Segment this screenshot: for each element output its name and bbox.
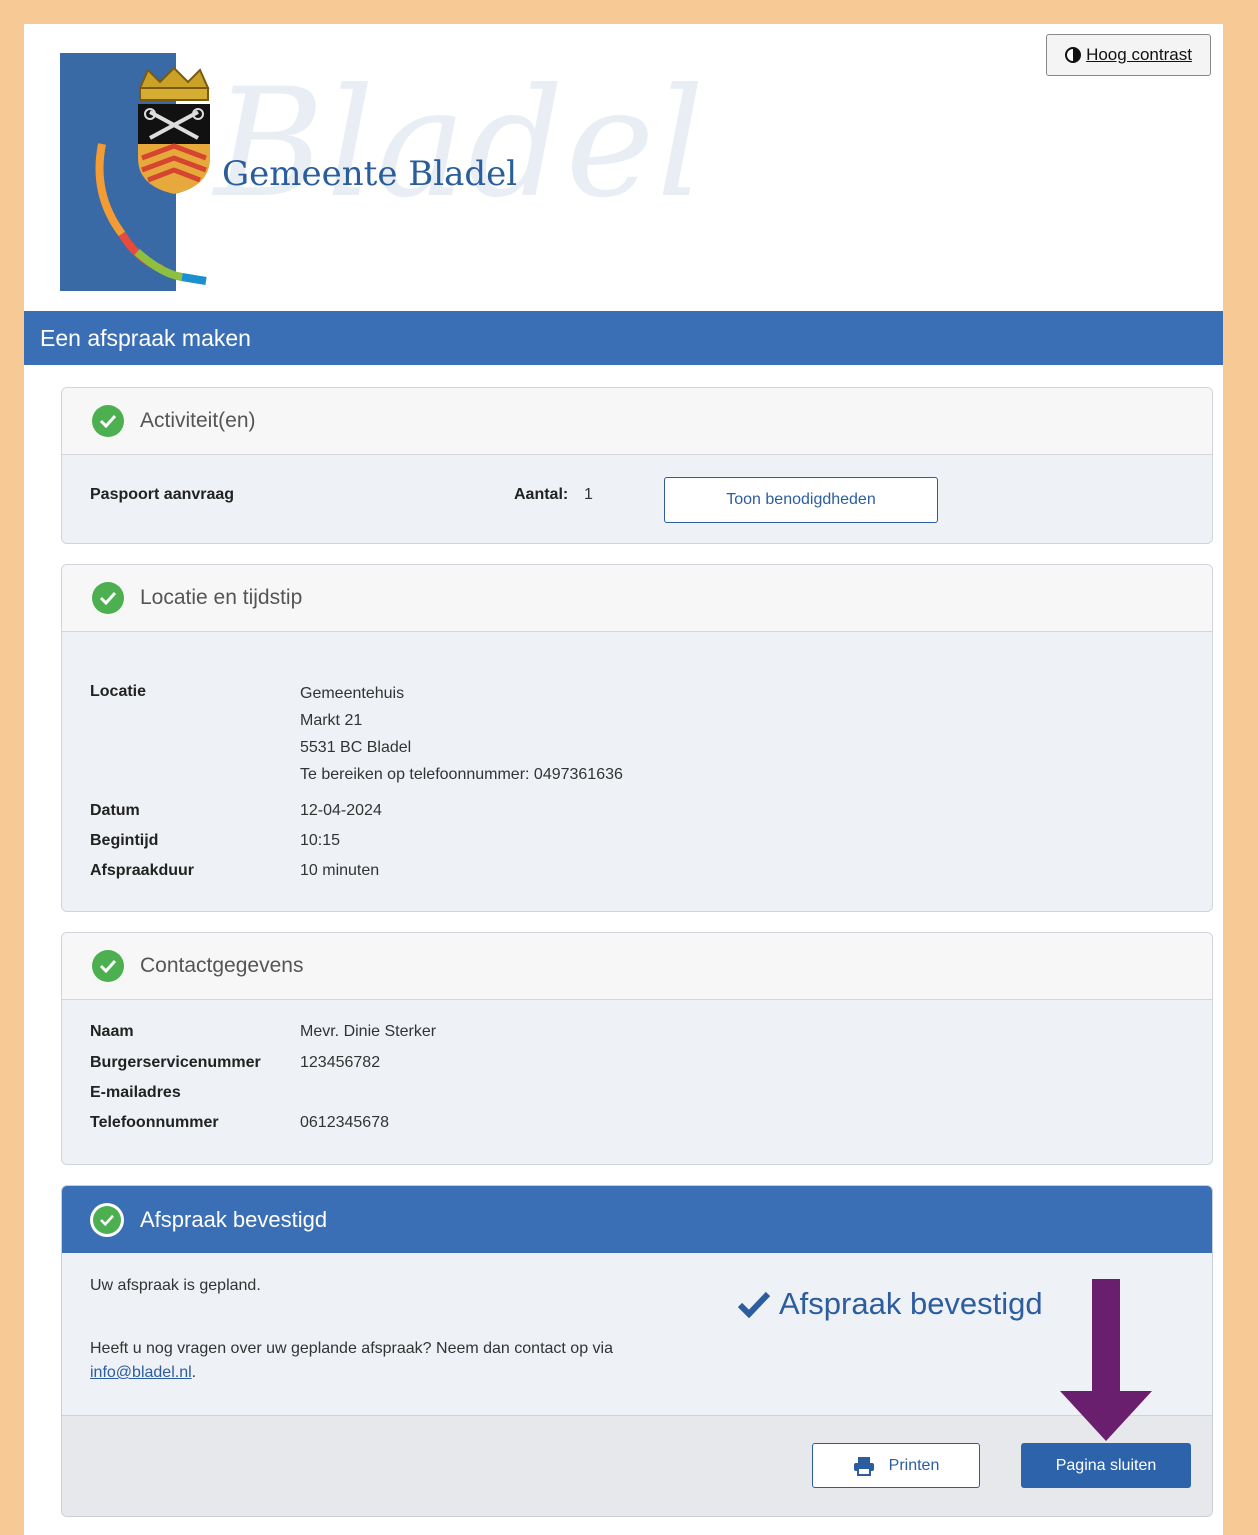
date-value: 12-04-2024 <box>300 802 382 819</box>
confirmed-badge-text: Afspraak bevestigd <box>779 1286 1043 1321</box>
activities-heading: Activiteit(en) <box>140 409 256 432</box>
page-title: Een afspraak maken <box>24 311 1223 365</box>
address-line: 5531 BC Bladel <box>300 739 412 756</box>
start-time-value: 10:15 <box>300 832 341 849</box>
email-label: E-mailadres <box>90 1084 181 1101</box>
location-panel: Locatie en tijdstip Locatie Gemeentehuis… <box>61 564 1213 912</box>
contact-heading: Contactgegevens <box>140 954 304 977</box>
duration-value: 10 minuten <box>300 862 380 879</box>
address-line: Markt 21 <box>300 712 363 729</box>
duration-label: Afspraakduur <box>90 862 195 879</box>
name-label: Naam <box>90 1023 134 1040</box>
activities-panel: Activiteit(en) Paspoort aanvraag Aantal:… <box>61 387 1213 544</box>
planned-text: Uw afspraak is gepland. <box>90 1277 261 1294</box>
logo-watermark: Bladel <box>214 57 707 231</box>
checkmark-circle-icon <box>92 950 124 982</box>
coat-of-arms-icon <box>138 66 210 194</box>
checkmark-icon <box>737 1291 771 1318</box>
confirmation-panel: Afspraak bevestigd Uw afspraak is geplan… <box>61 1185 1213 1517</box>
start-time-label: Begintijd <box>90 832 159 849</box>
high-contrast-button[interactable]: Hoog contrast <box>1046 34 1211 76</box>
location-label: Locatie <box>90 683 147 700</box>
annotation-arrow-icon <box>1060 1279 1152 1441</box>
logo-text: Gemeente Bladel <box>222 154 518 194</box>
location-heading: Locatie en tijdstip <box>140 586 303 609</box>
contact-panel: Contactgegevens Naam Mevr. Dinie Sterker… <box>61 932 1213 1165</box>
address-line: Gemeentehuis <box>300 685 405 702</box>
bsn-value: 123456782 <box>300 1054 381 1071</box>
confirmation-footer: Printen Pagina sluiten <box>62 1415 1212 1516</box>
checkmark-circle-icon <box>92 405 124 437</box>
print-label: Printen <box>888 1456 940 1474</box>
phone-label: Telefoonnummer <box>90 1114 219 1131</box>
address-line: Te bereiken op telefoonnummer: 049736163… <box>300 766 623 783</box>
location-header: Locatie en tijdstip <box>62 565 1212 632</box>
printer-icon <box>853 1456 874 1476</box>
date-label: Datum <box>90 802 140 819</box>
print-button[interactable]: Printen <box>812 1443 980 1488</box>
email-link[interactable]: info@bladel.nl <box>90 1364 192 1381</box>
bsn-label: Burgerservicenummer <box>90 1054 261 1071</box>
questions-text: Heeft u nog vragen over uw geplande afsp… <box>90 1337 650 1385</box>
questions-sentence: Heeft u nog vragen over uw geplande afsp… <box>90 1340 613 1357</box>
confirmation-header: Afspraak bevestigd <box>62 1186 1212 1253</box>
confirmed-badge: Afspraak bevestigd <box>737 1286 1043 1322</box>
checkmark-circle-icon <box>90 1202 124 1237</box>
phone-value: 0612345678 <box>300 1114 389 1131</box>
period: . <box>191 1364 197 1381</box>
count-label: Aantal: <box>514 486 569 503</box>
confirmation-heading: Afspraak bevestigd <box>140 1206 328 1232</box>
activities-header: Activiteit(en) <box>62 388 1212 455</box>
page: Bladel Gemeente Bladel Hoog contrast Een… <box>24 24 1223 1535</box>
contact-header: Contactgegevens <box>62 933 1212 1000</box>
show-requirements-button[interactable]: Toon benodigdheden <box>664 477 938 523</box>
activity-name: Paspoort aanvraag <box>90 486 235 503</box>
high-contrast-label: Hoog contrast <box>1086 45 1192 64</box>
checkmark-circle-icon <box>92 582 124 614</box>
name-value: Mevr. Dinie Sterker <box>300 1023 437 1040</box>
count-value: 1 <box>584 486 593 503</box>
close-page-button[interactable]: Pagina sluiten <box>1021 1443 1191 1488</box>
contrast-icon <box>1065 47 1082 63</box>
